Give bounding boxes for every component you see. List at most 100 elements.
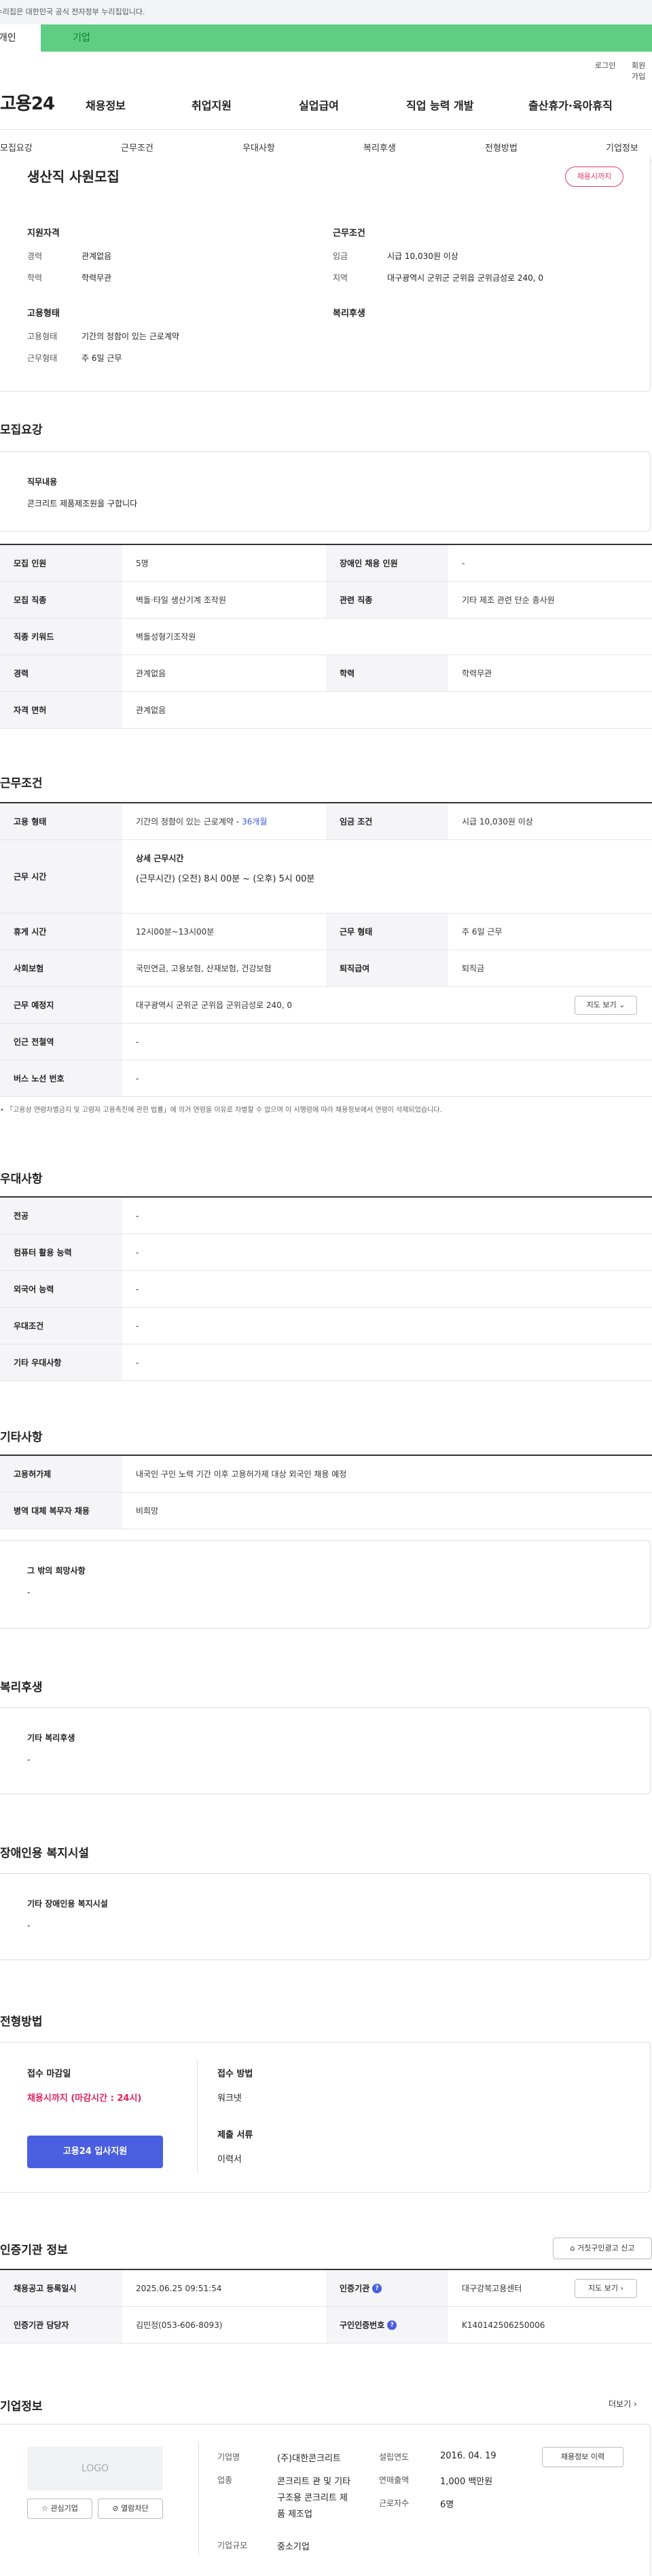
login-link[interactable]: 로그인: [595, 60, 615, 71]
table-row: 인근 전철역 -: [0, 1024, 652, 1060]
cell-value: 시급 10,030원 이상: [462, 817, 533, 826]
status-badge: 채용시까지: [565, 167, 623, 187]
gnb-item-training[interactable]: 직업 능력 개발: [406, 97, 473, 113]
snb-item-company[interactable]: 기업정보: [606, 141, 638, 154]
duty-card: [0, 451, 651, 532]
table-row: 채용공고 등록일시 2025.06.25 09:51:54 인증기관? 대구강북…: [0, 2270, 652, 2307]
table-row: 인증기관 담당자 김민정(053-606-8093) 구인인증번호? K1401…: [0, 2307, 652, 2344]
cell-label: 우대조건: [0, 1308, 122, 1344]
age-law-note: • 「고용상 연령차별금지 및 고령자 고용촉진에 관한 법률」에 의거 연령을…: [0, 1107, 442, 1114]
cell-value: 12시00분~13시00분: [136, 927, 215, 937]
snb-item-welfare[interactable]: 복리후생: [363, 141, 396, 154]
cell-value: 대구광역시 군위군 군위읍 군위금성로 240, 0: [136, 1000, 293, 1010]
cell-label: 임금 조건: [326, 803, 448, 839]
section-title-welfare: 복리후생: [0, 1681, 43, 1694]
deadline-label: 접수 마감일: [27, 2069, 71, 2079]
cell-label: 직종 키워드: [0, 619, 122, 655]
cell-value: 주 6일 근무: [462, 927, 503, 937]
table-row: 컴퓨터 활용 능력 -: [0, 1234, 652, 1271]
section-title-facility: 장애인용 복지시설: [0, 1847, 90, 1860]
facility-value: -: [27, 1921, 31, 1930]
snb-item-pref[interactable]: 우대사항: [242, 141, 275, 154]
tab-person[interactable]: 개인: [0, 24, 41, 52]
cert-map-button[interactable]: 지도 보기 ›: [575, 2279, 637, 2298]
snb-item-work[interactable]: 근무조건: [121, 141, 153, 154]
gnb-item-support[interactable]: 취업지원: [192, 97, 232, 113]
deadline-value: 채용시까지 (마감시간 : 24시): [27, 2093, 142, 2104]
table-row: 근무 예정지 대구광역시 군위군 군위읍 군위금성로 240, 0 지도 보기 …: [0, 987, 652, 1024]
section-title-cert: 인증기관 정보: [0, 2244, 68, 2257]
gnb-item-jobs[interactable]: 채용정보: [86, 97, 126, 113]
cell-value: 내국인 구인 노력 기간 이후 고용허가제 대상 외국인 채용 예정: [136, 1469, 347, 1479]
block-button[interactable]: ⊘ 열람차단: [98, 2499, 163, 2519]
map-button[interactable]: 지도 보기 ⌄: [575, 996, 637, 1015]
home-icon: ⌂: [570, 2244, 575, 2252]
table-row: 병역 대체 복무자 채용 비희망: [0, 1493, 652, 1529]
cell-label: 버스 노선 번호: [0, 1060, 122, 1096]
cell-label: 근무 형태: [326, 913, 448, 950]
company-name-label: 기업명: [217, 2452, 240, 2462]
emp-heading: 고용형태: [27, 309, 60, 319]
cell-value: -: [462, 558, 465, 568]
apply-button[interactable]: 고용24 입사지원: [27, 2136, 163, 2168]
cell-label: 자격 면허: [0, 692, 122, 728]
section-title-pref: 우대사항: [0, 1172, 43, 1186]
cell-value: -: [136, 1247, 139, 1257]
welfare-card: [0, 1707, 651, 1794]
section-title-other: 기타사항: [0, 1431, 43, 1444]
cell-label: 퇴직급여: [326, 950, 448, 986]
snb-item-screen[interactable]: 전형방법: [485, 141, 518, 154]
cell-label: 전공: [0, 1198, 122, 1234]
facility-card: [0, 1873, 651, 1960]
cell-label: 장애인 채용 인원: [326, 545, 448, 581]
gnb-item-leave[interactable]: 출산휴가·육아휴직: [528, 97, 613, 113]
table-row: 자격 면허 관계없음: [0, 692, 652, 729]
cell-value: -: [136, 1357, 139, 1368]
company-emp-label: 근로자수: [379, 2499, 410, 2508]
tab-corp[interactable]: 기업: [41, 24, 122, 52]
report-button[interactable]: ⌂ 거짓구인광고 신고: [553, 2238, 652, 2259]
table-row: 버스 노선 번호 -: [0, 1060, 652, 1097]
screen-card: [0, 2042, 651, 2193]
user-type-tabs: 개인 기업: [0, 24, 652, 52]
section-title-recruit: 모집요강: [0, 423, 43, 437]
section-title-screen: 전형방법: [0, 2015, 43, 2029]
wish-value: -: [27, 1588, 31, 1597]
cell-value: -: [136, 1211, 139, 1221]
worktype-value: 주 6일 근무: [82, 353, 122, 363]
worktime-value: (근무시간) (오전) 8시 00분 ~ (오후) 5시 00분: [136, 874, 315, 884]
cell-value: 퇴직금: [462, 964, 485, 973]
facility-label: 기타 장애인용 복지시설: [27, 1899, 108, 1909]
table-row: 고용허가제 내국인 구인 노력 기간 이후 고용허가제 대상 외국인 채용 예정: [0, 1456, 652, 1493]
cell-value: 비희망: [136, 1506, 159, 1516]
join-link[interactable]: 회원가입: [632, 60, 652, 82]
company-more-link[interactable]: 더보기 ›: [609, 2398, 637, 2409]
table-row: 전공 -: [0, 1198, 652, 1234]
worktype-label: 근무형태: [27, 353, 58, 363]
info-icon[interactable]: ?: [372, 2283, 382, 2293]
cell-value: 관계없음: [136, 706, 166, 715]
cell-label: 기타 우대사항: [0, 1344, 122, 1380]
qual-heading: 지원자격: [27, 228, 60, 239]
cell-label: 관련 직종: [326, 582, 448, 618]
welfare-heading: 복리후생: [333, 309, 365, 319]
info-icon[interactable]: ?: [387, 2320, 397, 2330]
cell-label: 학력: [326, 655, 448, 691]
cell-label: 인증기관 담당자: [0, 2307, 122, 2343]
site-logo[interactable]: 고용24: [0, 90, 55, 115]
history-button[interactable]: 채용정보 이력: [542, 2447, 623, 2467]
cell-label: 모집 직종: [0, 582, 122, 618]
table-row: 근무 시간 상세 근무시간 (근무시간) (오전) 8시 00분 ~ (오후) …: [0, 840, 652, 913]
company-emp-value: 6명: [440, 2500, 454, 2510]
snb-item-recruit[interactable]: 모집요강: [0, 141, 33, 154]
table-row: 외국어 능력 -: [0, 1271, 652, 1308]
gnb-item-benefit[interactable]: 실업급여: [299, 97, 339, 113]
duty-label: 직무내용: [27, 477, 58, 487]
cell-value: 기간의 정함이 있는 근로계약 - 36개월: [136, 817, 268, 826]
favorite-button[interactable]: ☆ 관심기업: [27, 2499, 92, 2519]
table-row: 휴게 시간 12시00분~13시00분 근무 형태 주 6일 근무: [0, 913, 652, 950]
cell-value: 벽돌·타일 생산기계 조작원: [136, 595, 226, 605]
cell-label: 외국어 능력: [0, 1271, 122, 1307]
cell-label: 경력: [0, 655, 122, 691]
company-sales-value: 1,000 백만원: [440, 2477, 493, 2487]
